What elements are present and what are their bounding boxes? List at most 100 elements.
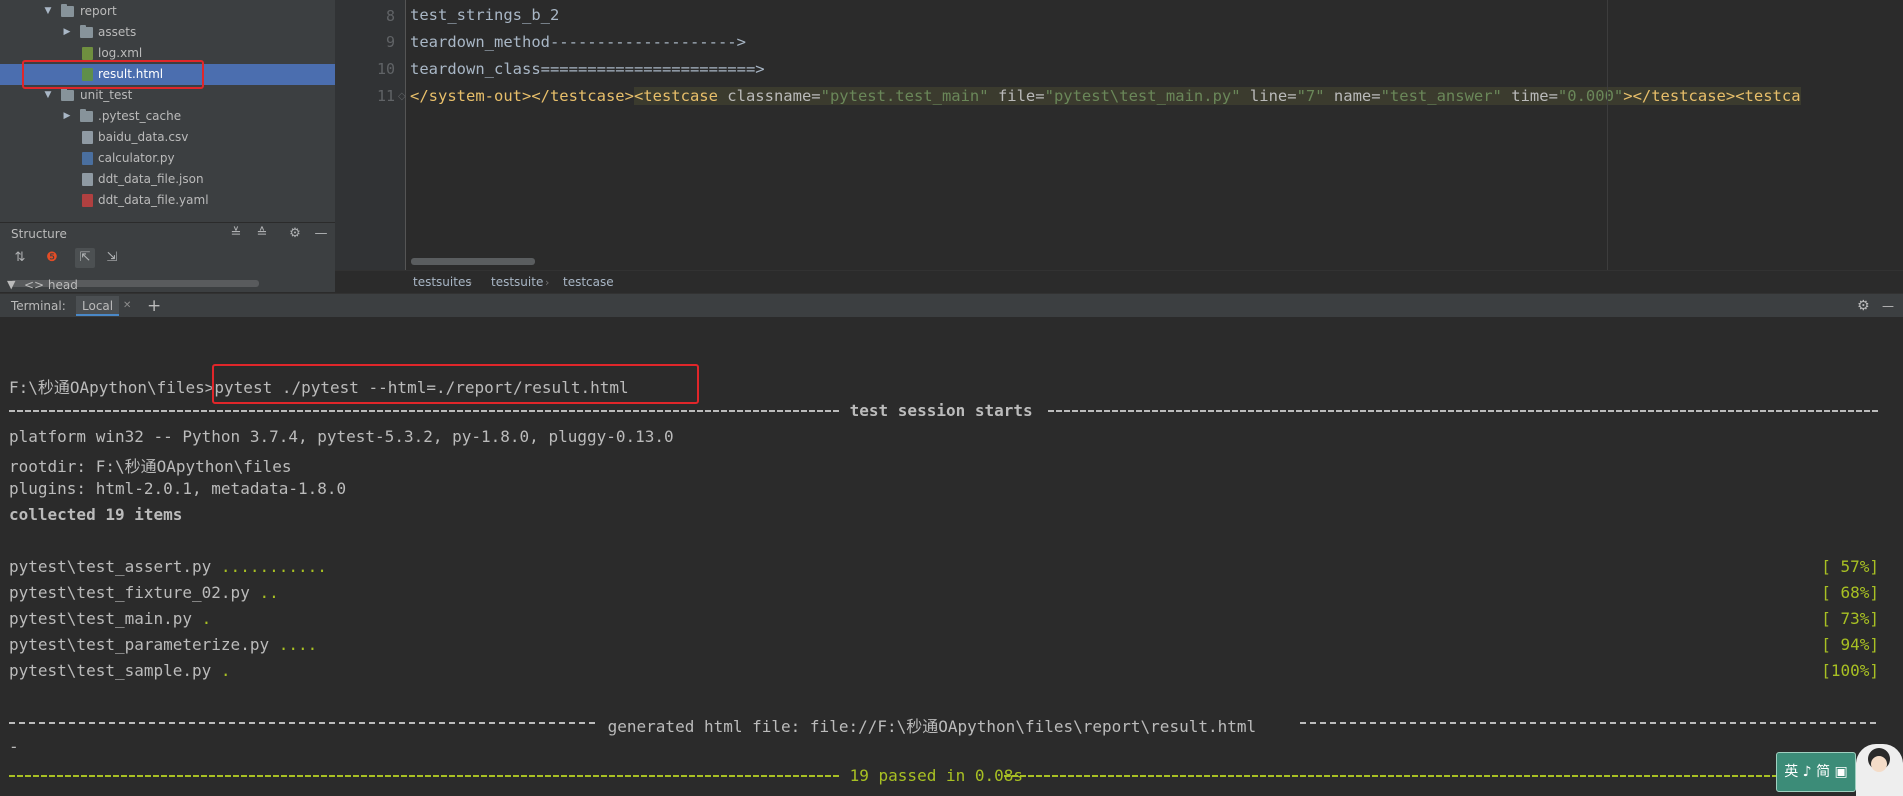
terminal-tab-local[interactable]: Local [76,296,120,316]
tree-item-baidu-data-csv[interactable]: baidu_data.csv [0,127,335,148]
code-attr: time= [1501,87,1558,105]
result-line: pytest\test_assert.py ........... [9,557,327,576]
code-line-8: test_strings_b_2 [410,6,560,24]
result-line: pytest\test_sample.py . [9,661,231,680]
gear-icon[interactable]: ⚙ [285,224,305,244]
expand-all-icon[interactable]: ≚ [226,224,246,244]
tree-item-ddt-data-yaml[interactable]: ddt_data_file.yaml [0,190,335,211]
test-dots: . [220,661,231,680]
chevron-right-icon: › [468,276,473,289]
prompt: F:\秒通OApython\files> [9,378,215,397]
tree-item-pytest-cache[interactable]: ▶ .pytest_cache [0,106,335,127]
code-attr: file= [988,87,1045,105]
xml-file-icon [82,47,93,60]
close-tab-icon[interactable]: ✕ [123,294,131,318]
code-tag-open: <testcase [633,87,718,105]
sort-alpha-icon[interactable]: ⇅ [10,248,30,268]
gear-icon[interactable]: ⚙ [1857,294,1870,318]
breadcrumb-item[interactable]: testsuite [491,271,543,294]
line-number: 11 [376,87,395,105]
expand-arrow-icon[interactable]: ▼ [42,1,54,22]
test-file: pytest\test_assert.py [9,557,221,576]
code-attr: line= [1240,87,1297,105]
tree-item-report[interactable]: ▼ report [0,1,335,22]
right-margin-guide [1607,0,1608,270]
folder-icon [61,88,74,101]
terminal-output[interactable]: F:\秒通OApython\files>pytest ./pytest --ht… [0,317,1903,796]
gutter-separator [405,0,406,270]
line-number: 8 [385,7,395,25]
test-file: pytest\test_sample.py [9,661,221,680]
html5-icon[interactable]: ❺ [42,248,62,268]
test-percent: [ 94%] [1821,635,1879,654]
session-title: test session starts [840,401,1043,420]
test-dots: ........... [220,557,327,576]
separator-rule [1048,410,1880,412]
highlight-box [212,364,699,404]
code-attr: name= [1324,87,1381,105]
separator-rule [1300,722,1880,724]
hide-icon[interactable]: — [1882,294,1894,318]
test-file: pytest\test_fixture_02.py [9,583,260,602]
code-line-10: teardown_class=======================> [410,60,765,78]
separator-rule [9,722,597,724]
terminal-label: Terminal: [11,299,66,313]
code-tail: ></testcase><testca [1623,87,1801,105]
generated-report-line: generated html file: file://F:\秒通OApytho… [598,717,1266,736]
chevron-right-icon: › [545,276,550,289]
breadcrumb-item[interactable]: testcase [563,271,614,294]
tree-item-label: calculator.py [98,151,175,165]
tree-item-calculator-py[interactable]: calculator.py [0,148,335,169]
test-file: pytest\test_parameterize.py [9,635,279,654]
code-line-11: </system-out></testcase><testcase classn… [410,87,1801,105]
separator-rule [9,775,839,777]
tree-item-assets[interactable]: ▶ assets [0,22,335,43]
test-dots: . [201,609,212,628]
autoscroll-from-source-icon[interactable]: ⇲ [102,248,122,268]
code-attr-value: "pytest\test_main.py" [1044,87,1241,105]
structure-toolbar: ⇅ ❺ ⇱ ⇲ [0,244,335,272]
collected-line: collected 19 items [9,505,183,524]
collapse-arrow-icon[interactable]: ▼ [7,278,15,292]
test-dots: .. [259,583,279,602]
result-line: pytest\test_fixture_02.py .. [9,583,279,602]
separator-rule [1004,775,1780,777]
result-line: pytest\test_main.py . [9,609,211,628]
highlight-box [22,60,204,89]
hide-icon[interactable]: — [311,224,331,244]
structure-item-head[interactable]: <> head [24,278,78,292]
collapse-all-icon[interactable]: ≙ [252,224,272,244]
tree-item-label: report [80,4,117,18]
terminal-header: Terminal: Local ✕ + ⚙ — [0,293,1903,317]
platform-line: platform win32 -- Python 3.7.4, pytest-5… [9,427,674,446]
structure-title: Structure [11,227,67,241]
breadcrumb: testsuites › testsuite › testcase [335,270,1903,293]
project-tree: ▼ report ▶ assets log.xml result.html ▼ … [0,0,335,222]
separator-rule [9,410,839,412]
code-attr: classname= [717,87,821,105]
collapse-arrow-icon[interactable]: ▶ [61,22,73,43]
structure-tree: ▼ <> head [0,272,335,292]
autoscroll-to-source-icon[interactable]: ⇱ [75,248,95,268]
wrap-char: - [9,737,19,756]
horizontal-scrollbar[interactable] [411,258,535,265]
breadcrumb-item[interactable]: testsuites [413,271,472,294]
plugins-line: plugins: html-2.0.1, metadata-1.8.0 [9,479,347,498]
csv-file-icon [82,131,93,144]
test-percent: [100%] [1821,661,1879,680]
result-line: pytest\test_parameterize.py .... [9,635,317,654]
new-terminal-button[interactable]: + [147,294,161,318]
code-attr-value: "test_answer" [1380,87,1502,105]
tree-item-label: baidu_data.csv [98,130,189,144]
yaml-file-icon [82,194,93,207]
ime-toolbar[interactable]: 英 ♪ 简 ▣ [1776,752,1856,792]
line-gutter: 8 9 10 11 [335,0,405,270]
tree-item-label: .pytest_cache [98,109,182,123]
anime-figure-image [1856,744,1903,796]
code-attr-value: "7" [1296,87,1325,105]
collapse-arrow-icon[interactable]: ▶ [61,106,73,127]
test-percent: [ 68%] [1821,583,1879,602]
code-editor[interactable]: 8 9 10 11 ◇ test_strings_b_2 teardown_me… [335,0,1903,270]
tree-item-ddt-data-json[interactable]: ddt_data_file.json [0,169,335,190]
fold-icon[interactable]: ◇ [398,91,406,102]
